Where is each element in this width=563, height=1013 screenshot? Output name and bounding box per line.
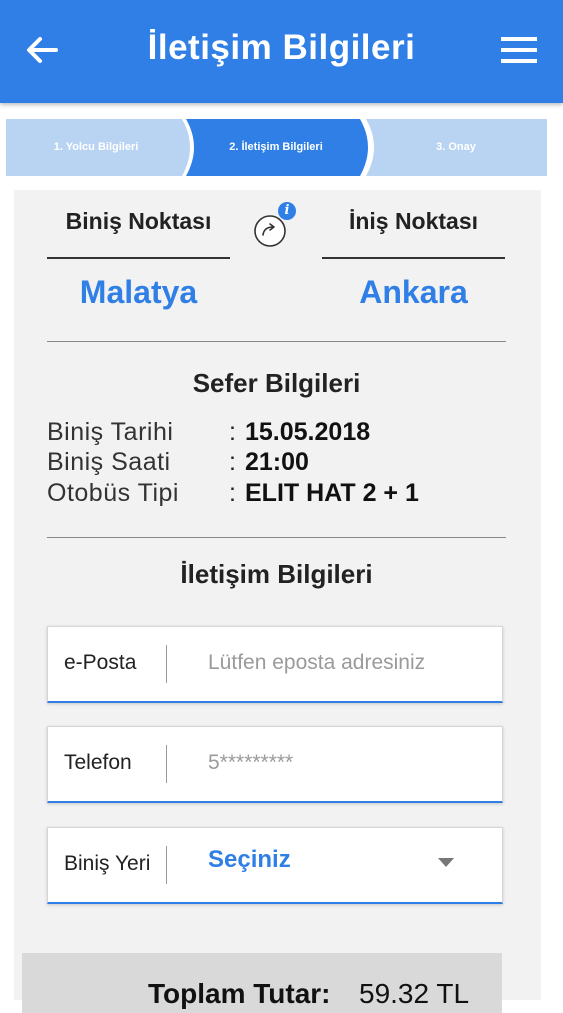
total-value: 59.32 TL xyxy=(359,978,470,1009)
trip-row-time: Biniş Saati : 21:00 xyxy=(47,448,507,478)
trip-row-sep: : xyxy=(229,448,236,476)
arrival-underline xyxy=(322,257,505,259)
back-arrow-icon[interactable] xyxy=(22,30,62,70)
trip-row-bus-type: Otobüs Tipi : ELIT HAT 2 + 1 xyxy=(47,479,507,509)
email-label: e-Posta xyxy=(64,651,137,674)
email-field[interactable]: e-Posta xyxy=(47,626,503,703)
info-icon[interactable]: i xyxy=(278,202,296,220)
step-1-label: 1. Yolcu Bilgileri xyxy=(54,141,139,153)
phone-field[interactable]: Telefon xyxy=(47,726,503,803)
phone-label: Telefon xyxy=(64,751,132,774)
boarding-place-label: Biniş Yeri xyxy=(64,852,151,875)
step-3-label: 3. Onay xyxy=(436,141,477,153)
trip-row-value: ELIT HAT 2 + 1 xyxy=(245,479,419,507)
trip-row-label: Otobüs Tipi xyxy=(47,479,179,507)
boarding-place-value[interactable]: Seçiniz xyxy=(208,846,291,874)
phone-input[interactable] xyxy=(208,741,488,785)
departure-label: Biniş Noktası xyxy=(65,208,212,234)
chevron-down-icon[interactable] xyxy=(438,858,454,867)
total-label: Toplam Tutar: xyxy=(148,978,331,1009)
field-separator xyxy=(166,645,167,683)
contact-section-title: İletişim Bilgileri xyxy=(180,559,373,589)
total-summary: Toplam Tutar: 59.32 TL xyxy=(22,953,502,1013)
step-2[interactable]: 2. İletişim Bilgileri xyxy=(186,119,368,176)
trip-row-value: 21:00 xyxy=(245,448,309,476)
step-3[interactable]: 3. Onay xyxy=(366,119,547,176)
trip-row-sep: : xyxy=(229,479,236,507)
app-bar: İletişim Bilgileri xyxy=(0,0,563,103)
trip-row-label: Biniş Tarihi xyxy=(47,418,174,446)
divider xyxy=(47,341,506,342)
departure-city: Malatya xyxy=(79,274,198,310)
trip-row-value: 15.05.2018 xyxy=(245,418,371,446)
field-separator xyxy=(166,846,167,884)
page-title: İletişim Bilgileri xyxy=(147,28,416,67)
email-input[interactable] xyxy=(208,641,488,685)
arrival-city: Ankara xyxy=(359,274,468,310)
departure-underline xyxy=(47,257,230,259)
trip-row-sep: : xyxy=(229,418,236,446)
trip-section-title: Sefer Bilgileri xyxy=(192,368,361,398)
hamburger-menu-icon[interactable] xyxy=(501,36,537,64)
step-1[interactable]: 1. Yolcu Bilgileri xyxy=(6,119,190,176)
step-2-label: 2. İletişim Bilgileri xyxy=(229,140,323,153)
step-indicator: 1. Yolcu Bilgileri 2. İletişim Bilgileri… xyxy=(6,119,547,176)
trip-row-date: Biniş Tarihi : 15.05.2018 xyxy=(47,418,507,448)
field-separator xyxy=(166,745,167,783)
arrival-label: İniş Noktası xyxy=(348,208,479,234)
boarding-place-select[interactable]: Biniş Yeri Seçiniz xyxy=(47,827,503,904)
trip-row-label: Biniş Saati xyxy=(47,448,171,476)
swap-arrow-icon[interactable] xyxy=(253,214,287,248)
divider xyxy=(47,537,506,538)
